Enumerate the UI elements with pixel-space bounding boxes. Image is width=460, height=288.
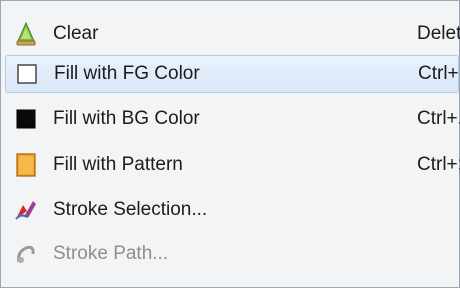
menu-item-shortcut: Ctrl+; (417, 154, 460, 175)
pattern-swatch-icon (13, 152, 39, 178)
menu-item-shortcut: Delete (417, 23, 460, 44)
menu-item-label: Clear (53, 23, 99, 44)
clear-icon (13, 21, 39, 47)
bg-color-swatch-icon (13, 106, 39, 132)
menu-item-label: Fill with BG Color (53, 108, 200, 129)
menu-item-fill-pattern[interactable]: Fill with Pattern Ctrl+; (5, 146, 460, 184)
menu-item-stroke-selection[interactable]: Stroke Selection... (5, 191, 459, 229)
menu-item-fill-bg-color[interactable]: Fill with BG Color Ctrl+. (5, 100, 460, 138)
menu-item-stroke-path: Stroke Path... (5, 235, 459, 273)
menu-item-fill-fg-color[interactable]: Fill with FG Color Ctrl+, (5, 55, 460, 93)
menu-item-label: Stroke Selection... (53, 199, 208, 220)
menu-item-clear[interactable]: Clear Delete (5, 15, 460, 53)
menu-item-label: Fill with FG Color (54, 63, 200, 84)
fg-color-swatch-icon (14, 61, 40, 87)
menu-item-shortcut: Ctrl+. (417, 108, 460, 129)
menu-item-label: Stroke Path... (53, 243, 169, 264)
stroke-selection-icon (13, 197, 39, 223)
stroke-path-icon (13, 241, 39, 267)
menu-item-label: Fill with Pattern (53, 154, 183, 175)
menu-item-shortcut: Ctrl+, (418, 63, 460, 84)
edit-context-menu: Clear Delete Fill with FG Color Ctrl+, F… (0, 0, 460, 288)
